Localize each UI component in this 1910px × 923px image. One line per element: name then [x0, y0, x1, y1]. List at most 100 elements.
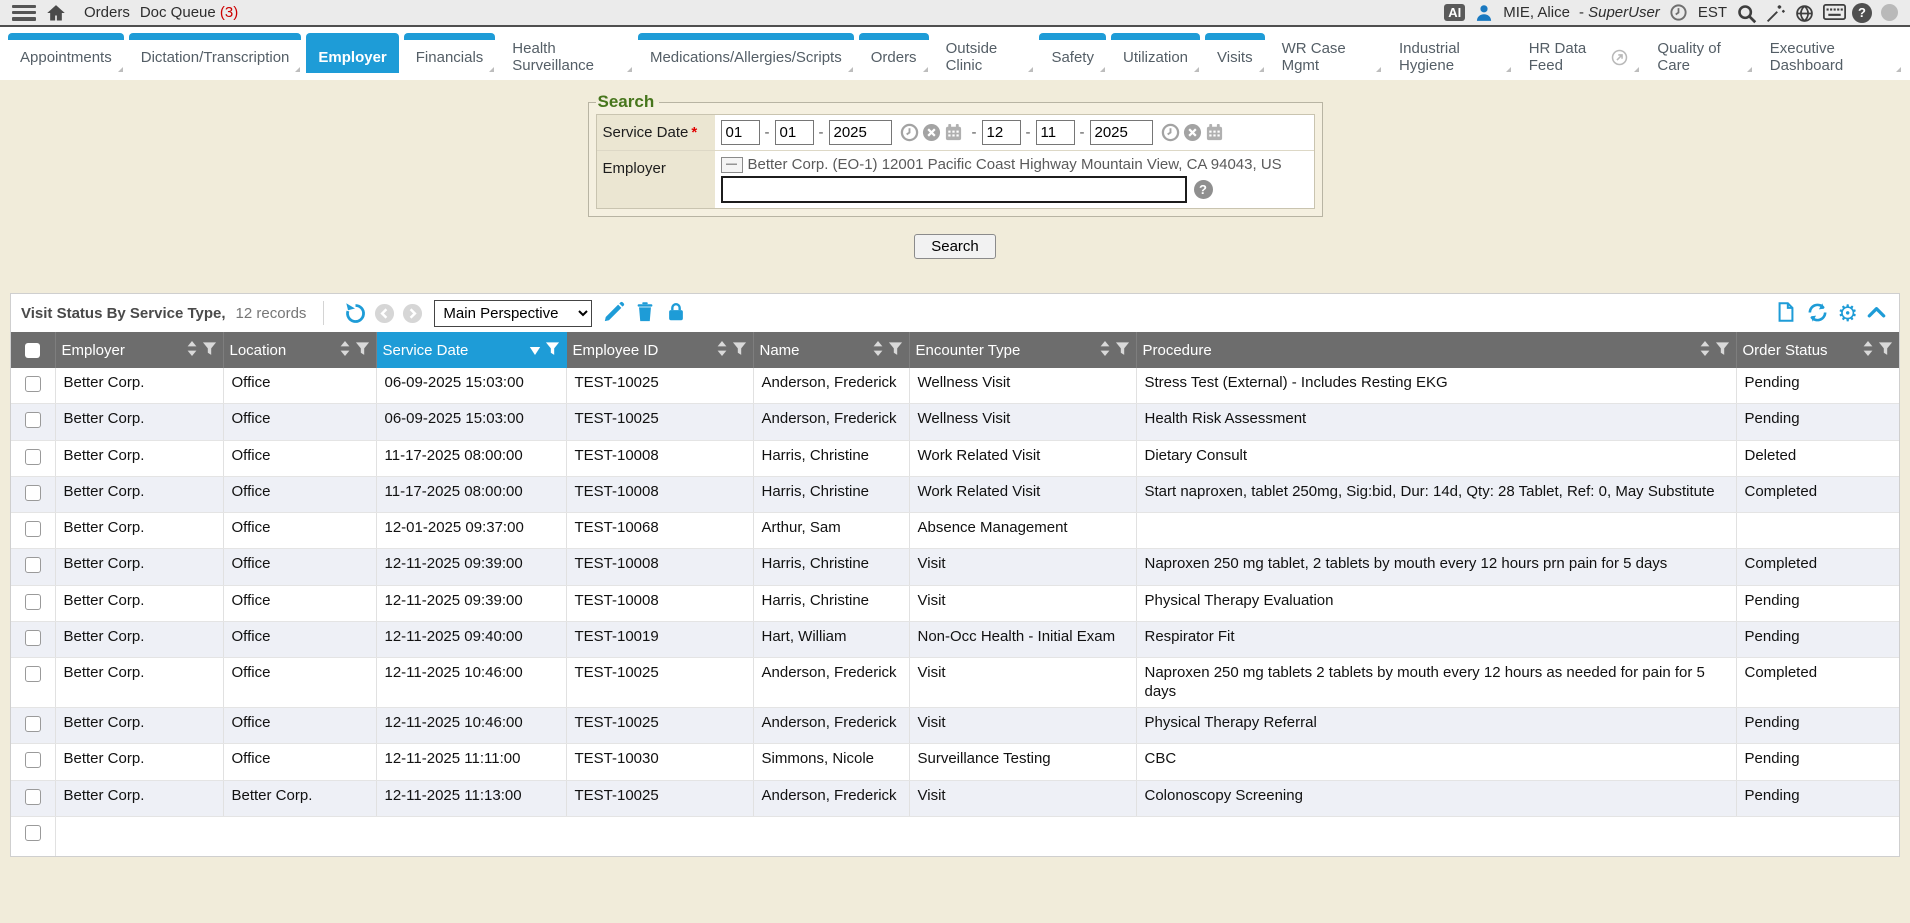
ai-badge[interactable]: AI — [1444, 4, 1465, 21]
delete-perspective-icon[interactable] — [634, 301, 658, 325]
from-clear-icon[interactable] — [922, 123, 941, 142]
tab-dictation-transcription[interactable]: Dictation/Transcription — [129, 33, 302, 73]
table-row[interactable]: Better Corp.Office12-01-2025 09:37:00TES… — [11, 513, 1899, 549]
row-checkbox[interactable] — [25, 630, 41, 646]
to-day-input[interactable] — [1036, 120, 1075, 145]
table-row[interactable]: Better Corp.Better Corp.12-11-2025 11:13… — [11, 780, 1899, 816]
table-row[interactable]: Better Corp.Office11-17-2025 08:00:00TES… — [11, 476, 1899, 512]
column-header-encounter_type[interactable]: Encounter Type — [909, 332, 1136, 368]
from-month-input[interactable] — [721, 120, 760, 145]
table-row[interactable]: Better Corp.Office12-11-2025 09:40:00TES… — [11, 622, 1899, 658]
filter-icon[interactable] — [888, 341, 903, 360]
filter-icon[interactable] — [545, 341, 560, 360]
column-header-employee_id[interactable]: Employee ID — [566, 332, 753, 368]
tab-visits[interactable]: Visits — [1205, 33, 1265, 73]
sort-icon[interactable] — [339, 340, 351, 361]
filter-icon[interactable] — [1115, 341, 1130, 360]
row-checkbox[interactable] — [25, 789, 41, 805]
tab-industrial-hygiene[interactable]: Industrial Hygiene — [1387, 33, 1512, 73]
from-year-input[interactable] — [829, 120, 892, 145]
table-row[interactable]: Better Corp.Office12-11-2025 11:11:00TES… — [11, 744, 1899, 780]
filter-icon[interactable] — [1715, 341, 1730, 360]
new-document-icon[interactable] — [1775, 301, 1799, 325]
tab-medications-allergies-scripts[interactable]: Medications/Allergies/Scripts — [638, 33, 854, 73]
user-name[interactable]: MIE, Alice — [1503, 4, 1570, 21]
row-checkbox[interactable] — [25, 521, 41, 537]
table-row[interactable]: Better Corp.Office06-09-2025 15:03:00TES… — [11, 368, 1899, 404]
tab-orders[interactable]: Orders — [859, 33, 929, 73]
breadcrumb-doc-queue[interactable]: Doc Queue (3) — [140, 4, 238, 21]
tab-quality-of-care[interactable]: Quality of Care — [1645, 33, 1752, 73]
filter-icon[interactable] — [732, 341, 747, 360]
sort-icon[interactable] — [1099, 340, 1111, 361]
column-header-service_date[interactable]: Service Date — [376, 332, 566, 368]
filter-icon[interactable] — [202, 341, 217, 360]
row-checkbox[interactable] — [25, 594, 41, 610]
tab-hr-data-feed[interactable]: HR Data Feed — [1517, 33, 1641, 73]
sort-icon[interactable] — [186, 340, 198, 361]
filter-icon[interactable] — [355, 341, 370, 360]
sort-desc-icon[interactable] — [529, 342, 541, 359]
magic-wand-icon[interactable] — [1765, 3, 1785, 23]
column-header-order_status[interactable]: Order Status — [1736, 332, 1899, 368]
row-checkbox[interactable] — [25, 752, 41, 768]
select-all-checkbox[interactable] — [25, 343, 40, 358]
tab-utilization[interactable]: Utilization — [1111, 33, 1200, 73]
table-row[interactable]: Better Corp.Office12-11-2025 10:46:00TES… — [11, 658, 1899, 708]
row-checkbox[interactable] — [25, 449, 41, 465]
clock-icon[interactable] — [1669, 3, 1689, 23]
tab-safety[interactable]: Safety — [1039, 33, 1106, 73]
footer-checkbox[interactable] — [25, 825, 41, 841]
row-checkbox[interactable] — [25, 376, 41, 392]
tab-outside-clinic[interactable]: Outside Clinic — [934, 33, 1035, 73]
search-button[interactable]: Search — [914, 234, 996, 259]
row-checkbox[interactable] — [25, 716, 41, 732]
employer-help-icon[interactable]: ? — [1194, 180, 1213, 199]
table-row[interactable]: Better Corp.Office11-17-2025 08:00:00TES… — [11, 440, 1899, 476]
column-header-employer[interactable]: Employer — [55, 332, 223, 368]
to-clear-icon[interactable] — [1183, 123, 1202, 142]
search-icon[interactable] — [1736, 3, 1756, 23]
lock-perspective-icon[interactable] — [665, 301, 689, 325]
column-header-name[interactable]: Name — [753, 332, 909, 368]
tab-employer[interactable]: Employer — [306, 33, 398, 73]
from-time-icon[interactable] — [900, 123, 919, 142]
keyboard-icon[interactable] — [1823, 3, 1843, 23]
prev-perspective-icon[interactable] — [374, 303, 395, 324]
undo-icon[interactable] — [343, 301, 367, 325]
tab-wr-case-mgmt[interactable]: WR Case Mgmt — [1270, 33, 1382, 73]
breadcrumb-orders[interactable]: Orders — [84, 4, 130, 21]
row-checkbox[interactable] — [25, 557, 41, 573]
to-year-input[interactable] — [1090, 120, 1153, 145]
sort-icon[interactable] — [872, 340, 884, 361]
table-row[interactable]: Better Corp.Office12-11-2025 10:46:00TES… — [11, 707, 1899, 743]
collapse-chevron-icon[interactable] — [1865, 301, 1889, 325]
sort-icon[interactable] — [1699, 340, 1711, 361]
table-row[interactable]: Better Corp.Office06-09-2025 15:03:00TES… — [11, 404, 1899, 440]
globe-phone-icon[interactable] — [1794, 3, 1814, 23]
table-row[interactable]: Better Corp.Office12-11-2025 09:39:00TES… — [11, 549, 1899, 585]
hamburger-menu-icon[interactable] — [12, 5, 36, 21]
home-icon[interactable] — [46, 3, 66, 23]
tab-financials[interactable]: Financials — [404, 33, 496, 73]
edit-perspective-icon[interactable] — [603, 301, 627, 325]
collapse-employer-button[interactable]: — — [721, 157, 743, 173]
from-calendar-icon[interactable] — [944, 123, 963, 142]
column-header-location[interactable]: Location — [223, 332, 376, 368]
row-checkbox[interactable] — [25, 412, 41, 428]
to-month-input[interactable] — [982, 120, 1021, 145]
tab-executive-dashboard[interactable]: Executive Dashboard — [1758, 33, 1902, 73]
from-day-input[interactable] — [775, 120, 814, 145]
tab-appointments[interactable]: Appointments — [8, 33, 124, 73]
table-row[interactable]: Better Corp.Office12-11-2025 09:39:00TES… — [11, 585, 1899, 621]
row-checkbox[interactable] — [25, 485, 41, 501]
column-header-procedure[interactable]: Procedure — [1136, 332, 1736, 368]
refresh-icon[interactable] — [1806, 301, 1830, 325]
tab-health-surveillance[interactable]: Health Surveillance — [500, 33, 633, 73]
to-calendar-icon[interactable] — [1205, 123, 1224, 142]
next-perspective-icon[interactable] — [402, 303, 423, 324]
sort-icon[interactable] — [1862, 340, 1874, 361]
perspective-select[interactable]: Main Perspective — [434, 300, 592, 327]
sort-icon[interactable] — [716, 340, 728, 361]
settings-gear-icon[interactable]: ⚙ — [1837, 302, 1858, 324]
